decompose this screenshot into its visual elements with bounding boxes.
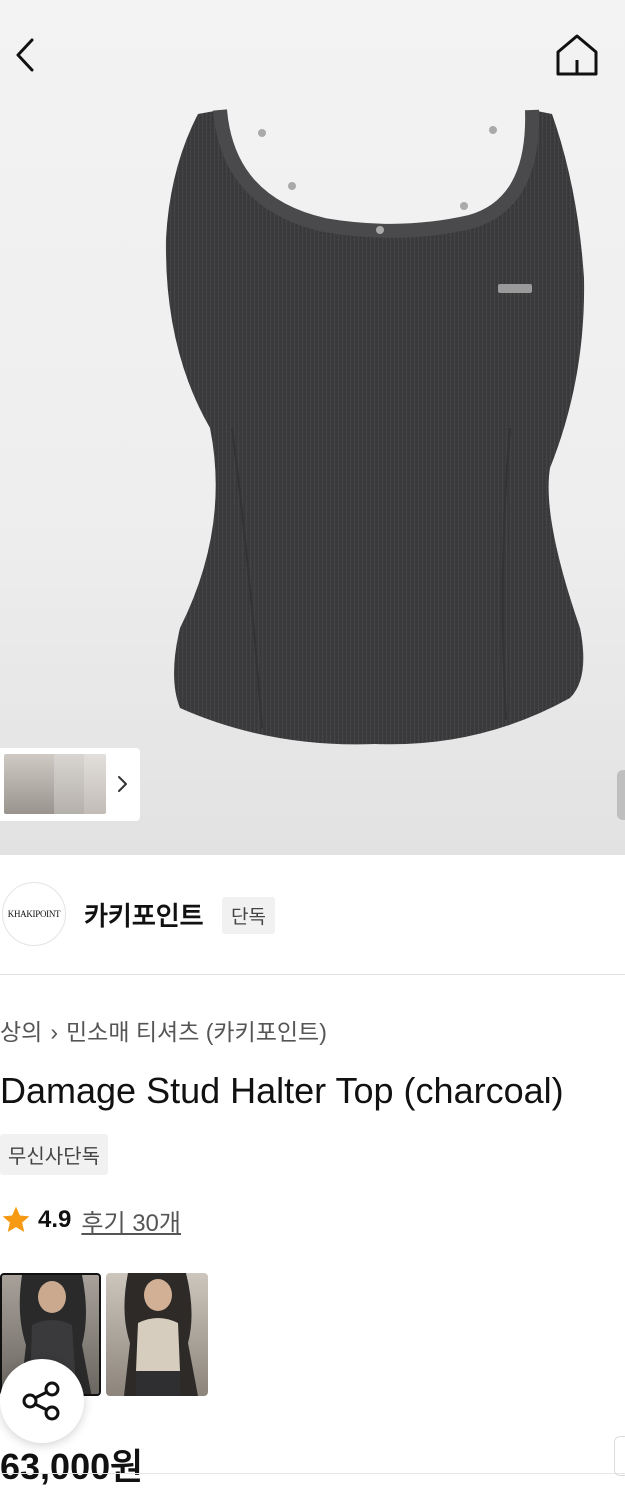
- scroll-handle[interactable]: [617, 770, 625, 820]
- breadcrumb-subcategory[interactable]: 민소매 티셔츠 (카키포인트): [66, 1019, 327, 1045]
- rating-score: 4.9: [38, 1206, 72, 1233]
- breadcrumb: 상의 › 민소매 티셔츠 (카키포인트): [0, 1013, 327, 1047]
- thumbnail-image[interactable]: [4, 754, 56, 814]
- star-icon: [2, 1206, 30, 1232]
- home-icon[interactable]: [552, 30, 602, 80]
- share-button[interactable]: [0, 1359, 84, 1443]
- product-title: Damage Stud Halter Top (charcoal): [0, 1070, 564, 1111]
- thumbnail-image[interactable]: [84, 754, 106, 814]
- side-tab[interactable]: [614, 1436, 625, 1476]
- model-photo: [124, 1273, 198, 1396]
- brand-row[interactable]: KHAKIPOINT 카키포인트: [0, 880, 625, 950]
- product-price: 63,000원: [0, 1446, 144, 1487]
- brand-logo[interactable]: KHAKIPOINT: [2, 882, 66, 946]
- rating-row: 4.9 후기 30개: [0, 1203, 181, 1237]
- musinsa-exclusive-badge: 무신사단독: [0, 1134, 108, 1175]
- product-image-gallery[interactable]: [0, 0, 625, 855]
- chevron-right-icon[interactable]: [112, 770, 132, 798]
- brand-name[interactable]: 카키포인트: [84, 896, 204, 933]
- divider: [0, 1473, 625, 1474]
- breadcrumb-category[interactable]: 상의: [0, 1019, 42, 1045]
- review-count-link[interactable]: 후기 30개: [81, 1203, 181, 1238]
- color-option-beige[interactable]: [106, 1273, 208, 1396]
- thumbnail-strip[interactable]: [0, 748, 140, 821]
- divider: [0, 974, 625, 975]
- badge-label: 무신사단독: [0, 1134, 108, 1175]
- brand-exclusive-badge: 단독: [222, 897, 275, 934]
- product-photo: [165, 109, 585, 745]
- share-icon: [22, 1381, 60, 1421]
- chevron-right-icon: ›: [50, 1019, 58, 1045]
- thumbnail-image[interactable]: [54, 754, 86, 814]
- chevron-left-icon[interactable]: [8, 30, 48, 80]
- badge-label: 단독: [222, 897, 275, 934]
